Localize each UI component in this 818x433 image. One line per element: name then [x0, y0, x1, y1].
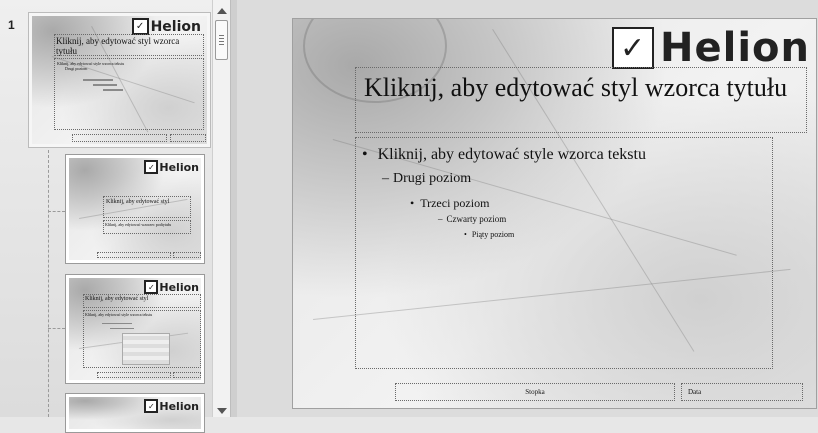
thumbnail-footer-placeholder	[72, 134, 167, 142]
helion-brand-text: Helion	[150, 18, 201, 35]
thumbnail-footer-placeholder	[97, 372, 171, 378]
bullet-level-4: – Czwarty poziom	[438, 214, 507, 224]
chart-placeholder-icon	[122, 333, 170, 365]
helion-logo-small: ✓ Helion	[144, 280, 199, 294]
helion-logo-small: ✓ Helion	[144, 399, 199, 413]
helion-brand-text: Helion	[159, 160, 199, 174]
helion-check-icon: ✓	[131, 18, 149, 35]
thumbnail-date-placeholder	[170, 134, 206, 142]
thumbnail-title-placeholder: Kliknij, aby edytować styl	[83, 294, 201, 308]
main-slide-canvas[interactable]: ✓ Helion Kliknij, aby edytować styl wzor…	[292, 18, 817, 409]
helion-brand-text: Helion	[660, 25, 810, 71]
footer-placeholder[interactable]: Stopka	[395, 383, 675, 401]
slide-number: 1	[8, 18, 15, 32]
thumbnail-subtitle-placeholder: Kliknij, aby edytować wzorzec podtytułu	[103, 220, 191, 234]
thumbnail-slide: ✓ Helion	[69, 397, 201, 429]
thumbnail-date-placeholder	[173, 252, 201, 258]
layout-tree-branch	[48, 328, 65, 329]
thumbnail-footer-placeholder	[97, 252, 171, 258]
thumbnail-slide: ✓ Helion Kliknij, aby edytować styl Klik…	[69, 158, 201, 260]
helion-logo-small: ✓ Helion	[144, 160, 199, 174]
date-placeholder[interactable]: Data	[681, 383, 803, 401]
slide-thumbnail-layout-content[interactable]: ✓ Helion Kliknij, aby edytować styl Klik…	[65, 274, 205, 384]
title-placeholder[interactable]: Kliknij, aby edytować styl wzorca tytułu	[355, 67, 807, 133]
layout-tree-branch	[48, 211, 65, 212]
thumbnail-body-placeholder: Kliknij, aby edytować style wzorca tekst…	[83, 310, 201, 368]
slide-background: ✓ Helion Kliknij, aby edytować styl wzor…	[293, 19, 816, 408]
helion-check-icon: ✓	[144, 399, 159, 413]
scroll-down-icon[interactable]	[217, 408, 227, 414]
thumbnail-body-placeholder: Kliknij, aby edytować style wzorca tekst…	[54, 58, 204, 130]
slides-pane-scrollbar[interactable]	[212, 0, 231, 417]
bullet-level-1: • Kliknij, aby edytować style wzorca teks…	[362, 146, 646, 163]
helion-brand-text: Helion	[159, 399, 199, 413]
helion-logo-small: ✓ Helion	[131, 18, 201, 35]
thumbnail-date-placeholder	[173, 372, 201, 378]
thumbnail-title-placeholder: Kliknij, aby edytować styl wzorca tytułu	[54, 34, 204, 56]
body-placeholder[interactable]: • Kliknij, aby edytować style wzorca teks…	[355, 137, 773, 369]
helion-logo: ✓ Helion	[612, 25, 810, 71]
slide-thumbnail-layout-4[interactable]: ✓ Helion	[65, 393, 205, 433]
layout-tree-connector	[48, 150, 49, 417]
scrollbar-thumb[interactable]	[215, 20, 228, 60]
thumbnail-slide: ✓ Helion Kliknij, aby edytować styl Klik…	[69, 278, 201, 380]
scroll-up-icon[interactable]	[217, 8, 227, 14]
bullet-level-2: – Drugi poziom	[382, 171, 472, 186]
thumbnail-slide: ✓ Helion Kliknij, aby edytować styl wzor…	[32, 16, 207, 144]
helion-check-icon: ✓	[612, 27, 655, 69]
slide-thumbnail-master[interactable]: ✓ Helion Kliknij, aby edytować styl wzor…	[28, 12, 211, 148]
helion-brand-text: Helion	[159, 280, 199, 294]
thumbnail-title-placeholder: Kliknij, aby edytować styl	[103, 196, 191, 218]
helion-check-icon: ✓	[144, 280, 159, 294]
bullet-level-5: • Piąty poziom	[464, 230, 515, 239]
slide-thumbnail-layout-title[interactable]: ✓ Helion Kliknij, aby edytować styl Klik…	[65, 154, 205, 264]
helion-check-icon: ✓	[144, 160, 159, 174]
bullet-level-3: • Trzeci poziom	[410, 196, 490, 210]
